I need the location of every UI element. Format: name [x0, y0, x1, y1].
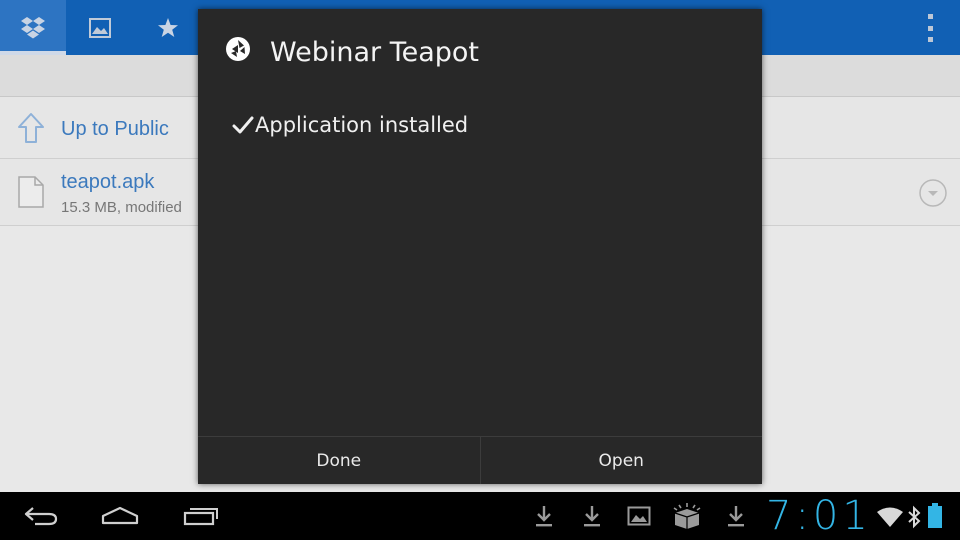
download-icon: [728, 506, 744, 527]
bluetooth-icon: [908, 505, 921, 529]
install-status-text: Application installed: [255, 113, 469, 137]
download-icon: [584, 506, 600, 527]
open-button[interactable]: Open: [479, 437, 763, 484]
photos-icon: [89, 17, 111, 38]
up-arrow-icon: [18, 113, 44, 143]
package-icon: [673, 503, 701, 529]
file-name: teapot.apk: [61, 171, 155, 193]
chevron-down-icon[interactable]: [918, 178, 948, 208]
dropbox-icon: [21, 16, 45, 38]
unity-icon: [226, 37, 250, 61]
clock[interactable]: 7:01: [766, 493, 872, 539]
checkmark-icon: [232, 116, 254, 134]
battery-icon: [928, 503, 942, 528]
back-icon: [24, 507, 58, 526]
notification-download-2[interactable]: [579, 502, 605, 530]
tab-dropbox[interactable]: [0, 0, 66, 55]
up-to-public-label: Up to Public: [61, 118, 169, 140]
overflow-menu-icon[interactable]: [918, 14, 942, 42]
recent-apps-icon: [183, 508, 218, 526]
star-icon: [158, 17, 178, 37]
install-status: Application installed: [232, 113, 468, 137]
install-dialog: Webinar Teapot Application installed Don…: [198, 9, 762, 484]
tab-favorites[interactable]: [135, 0, 201, 55]
wifi-icon: [877, 507, 903, 527]
download-icon: [536, 506, 552, 527]
tab-photos[interactable]: [67, 0, 133, 55]
dialog-button-bar: Done Open: [198, 436, 762, 484]
recent-apps-button[interactable]: [180, 492, 222, 540]
notification-download-1[interactable]: [531, 502, 557, 530]
done-button[interactable]: Done: [198, 437, 480, 484]
notification-package[interactable]: [672, 502, 702, 530]
home-icon: [101, 506, 139, 525]
file-icon: [18, 176, 44, 208]
back-button[interactable]: [20, 492, 62, 540]
image-icon: [627, 506, 651, 526]
home-button[interactable]: [98, 492, 142, 540]
notification-image[interactable]: [626, 502, 652, 530]
notification-download-3[interactable]: [723, 502, 749, 530]
file-meta: 15.3 MB, modified: [61, 199, 182, 216]
dialog-title: Webinar Teapot: [270, 37, 480, 68]
